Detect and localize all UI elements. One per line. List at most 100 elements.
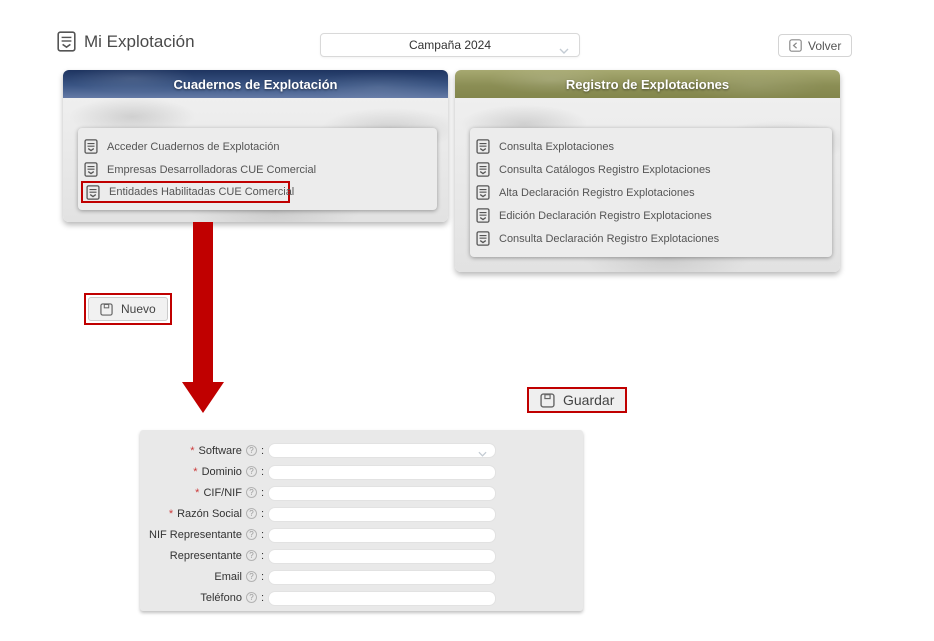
field-label: Teléfono ? : bbox=[140, 592, 264, 604]
help-icon[interactable]: ? bbox=[246, 445, 257, 456]
label-colon: : bbox=[261, 487, 264, 499]
field-label: * Dominio ? : bbox=[140, 466, 264, 478]
menu-item-acceder-cuadernos-de-explotaci-n[interactable]: Acceder Cuadernos de Explotación bbox=[84, 135, 437, 158]
required-marker: * bbox=[195, 487, 199, 499]
field-select-software[interactable] bbox=[268, 443, 496, 458]
cuadernos-panel-body: Acceder Cuadernos de Explotación Empresa… bbox=[63, 98, 448, 222]
help-icon[interactable]: ? bbox=[246, 487, 257, 498]
field-input-dominio[interactable] bbox=[268, 465, 496, 480]
field-input-raz-n-social[interactable] bbox=[268, 507, 496, 522]
journal-icon bbox=[476, 231, 490, 246]
journal-icon bbox=[476, 162, 490, 177]
back-icon bbox=[789, 39, 802, 52]
field-input-cif-nif[interactable] bbox=[268, 486, 496, 501]
screen: Mi Explotación Campaña 2024 Volver Cuade… bbox=[0, 0, 934, 641]
save-icon bbox=[540, 393, 555, 408]
help-icon[interactable]: ? bbox=[246, 529, 257, 540]
campaign-select[interactable]: Campaña 2024 bbox=[320, 33, 580, 57]
form-row: Teléfono ? : bbox=[140, 587, 583, 608]
required-marker: * bbox=[190, 445, 194, 457]
field-control bbox=[268, 568, 496, 586]
chevron-down-icon bbox=[478, 448, 487, 460]
label-colon: : bbox=[261, 445, 264, 457]
field-control bbox=[268, 484, 496, 502]
guardar-button[interactable]: Guardar bbox=[529, 389, 625, 411]
registro-panel-body: Consulta Explotaciones Consulta Catálogo… bbox=[455, 98, 840, 272]
registro-panel: Registro de Explotaciones Consulta Explo… bbox=[455, 70, 840, 272]
menu-item-empresas-desarrolladoras-cue-comercial[interactable]: Empresas Desarrolladoras CUE Comercial bbox=[84, 158, 437, 181]
form-row: * Dominio ? : bbox=[140, 461, 583, 482]
campaign-select-value: Campaña 2024 bbox=[409, 38, 491, 52]
annotation-box-nuevo: Nuevo bbox=[84, 293, 172, 325]
journal-icon bbox=[57, 31, 76, 52]
label-colon: : bbox=[261, 571, 264, 583]
nuevo-button-label: Nuevo bbox=[121, 302, 156, 316]
cuadernos-panel-title: Cuadernos de Explotación bbox=[174, 77, 338, 92]
help-icon[interactable]: ? bbox=[246, 508, 257, 519]
field-label: Email ? : bbox=[140, 571, 264, 583]
field-input-representante[interactable] bbox=[268, 549, 496, 564]
menu-item-consulta-declaraci-n-registro-explotaciones[interactable]: Consulta Declaración Registro Explotacio… bbox=[476, 227, 832, 250]
field-label-text: Dominio bbox=[202, 466, 242, 478]
field-control bbox=[268, 463, 496, 481]
field-label: * Software ? : bbox=[140, 445, 264, 457]
field-control bbox=[268, 547, 496, 565]
field-input-nif-representante[interactable] bbox=[268, 528, 496, 543]
cuadernos-panel: Cuadernos de Explotación Acceder Cuadern… bbox=[63, 70, 448, 222]
field-label-text: NIF Representante bbox=[149, 529, 242, 541]
field-label-text: Representante bbox=[170, 550, 242, 562]
journal-icon bbox=[476, 139, 490, 154]
entity-form: * Software ? : * Dominio ? : * CIF/NIF ?… bbox=[140, 430, 583, 611]
page-title-text: Mi Explotación bbox=[84, 32, 195, 52]
field-control bbox=[268, 505, 496, 523]
help-icon[interactable]: ? bbox=[246, 592, 257, 603]
form-row: Email ? : bbox=[140, 566, 583, 587]
label-colon: : bbox=[261, 550, 264, 562]
form-row: Representante ? : bbox=[140, 545, 583, 566]
menu-item-label: Alta Declaración Registro Explotaciones bbox=[499, 187, 695, 199]
registro-panel-header: Registro de Explotaciones bbox=[455, 70, 840, 98]
nuevo-button[interactable]: Nuevo bbox=[88, 297, 168, 321]
menu-item-label: Consulta Catálogos Registro Explotacione… bbox=[499, 164, 711, 176]
help-icon[interactable]: ? bbox=[246, 571, 257, 582]
field-control bbox=[268, 589, 496, 607]
journal-icon bbox=[476, 185, 490, 200]
menu-item-edici-n-declaraci-n-registro-explotaciones[interactable]: Edición Declaración Registro Explotacion… bbox=[476, 204, 832, 227]
required-marker: * bbox=[169, 508, 173, 520]
field-label: NIF Representante ? : bbox=[140, 529, 264, 541]
menu-item-label: Empresas Desarrolladoras CUE Comercial bbox=[107, 164, 316, 176]
field-label-text: Email bbox=[214, 571, 242, 583]
journal-icon bbox=[84, 139, 98, 154]
label-colon: : bbox=[261, 529, 264, 541]
menu-item-label: Acceder Cuadernos de Explotación bbox=[107, 141, 279, 153]
field-label: * Razón Social ? : bbox=[140, 508, 264, 520]
field-input-tel-fono[interactable] bbox=[268, 591, 496, 606]
cuadernos-menu-card: Acceder Cuadernos de Explotación Empresa… bbox=[78, 128, 437, 210]
registro-menu-card: Consulta Explotaciones Consulta Catálogo… bbox=[470, 128, 832, 257]
annotation-box-guardar: Guardar bbox=[527, 387, 627, 413]
field-label: * CIF/NIF ? : bbox=[140, 487, 264, 499]
journal-icon bbox=[476, 208, 490, 223]
menu-item-label: Consulta Explotaciones bbox=[499, 141, 614, 153]
journal-icon bbox=[84, 162, 98, 177]
menu-item-label: Edición Declaración Registro Explotacion… bbox=[499, 210, 712, 222]
menu-item-consulta-explotaciones[interactable]: Consulta Explotaciones bbox=[476, 135, 832, 158]
menu-item-label: Entidades Habilitadas CUE Comercial bbox=[109, 186, 294, 198]
form-row: NIF Representante ? : bbox=[140, 524, 583, 545]
menu-item-alta-declaraci-n-registro-explotaciones[interactable]: Alta Declaración Registro Explotaciones bbox=[476, 181, 832, 204]
journal-icon bbox=[86, 185, 100, 200]
back-button[interactable]: Volver bbox=[778, 34, 852, 57]
menu-item-entidades-habilitadas-cue-comercial[interactable]: Entidades Habilitadas CUE Comercial bbox=[81, 181, 290, 203]
field-input-email[interactable] bbox=[268, 570, 496, 585]
menu-item-consulta-cat-logos-registro-explotaciones[interactable]: Consulta Catálogos Registro Explotacione… bbox=[476, 158, 832, 181]
registro-panel-title: Registro de Explotaciones bbox=[566, 77, 729, 92]
help-icon[interactable]: ? bbox=[246, 550, 257, 561]
field-control bbox=[268, 443, 496, 458]
chevron-down-icon bbox=[559, 43, 569, 57]
page-title: Mi Explotación bbox=[57, 31, 195, 52]
field-label: Representante ? : bbox=[140, 550, 264, 562]
flow-arrow bbox=[180, 222, 226, 414]
form-row: * Razón Social ? : bbox=[140, 503, 583, 524]
help-icon[interactable]: ? bbox=[246, 466, 257, 477]
save-icon bbox=[100, 303, 113, 316]
